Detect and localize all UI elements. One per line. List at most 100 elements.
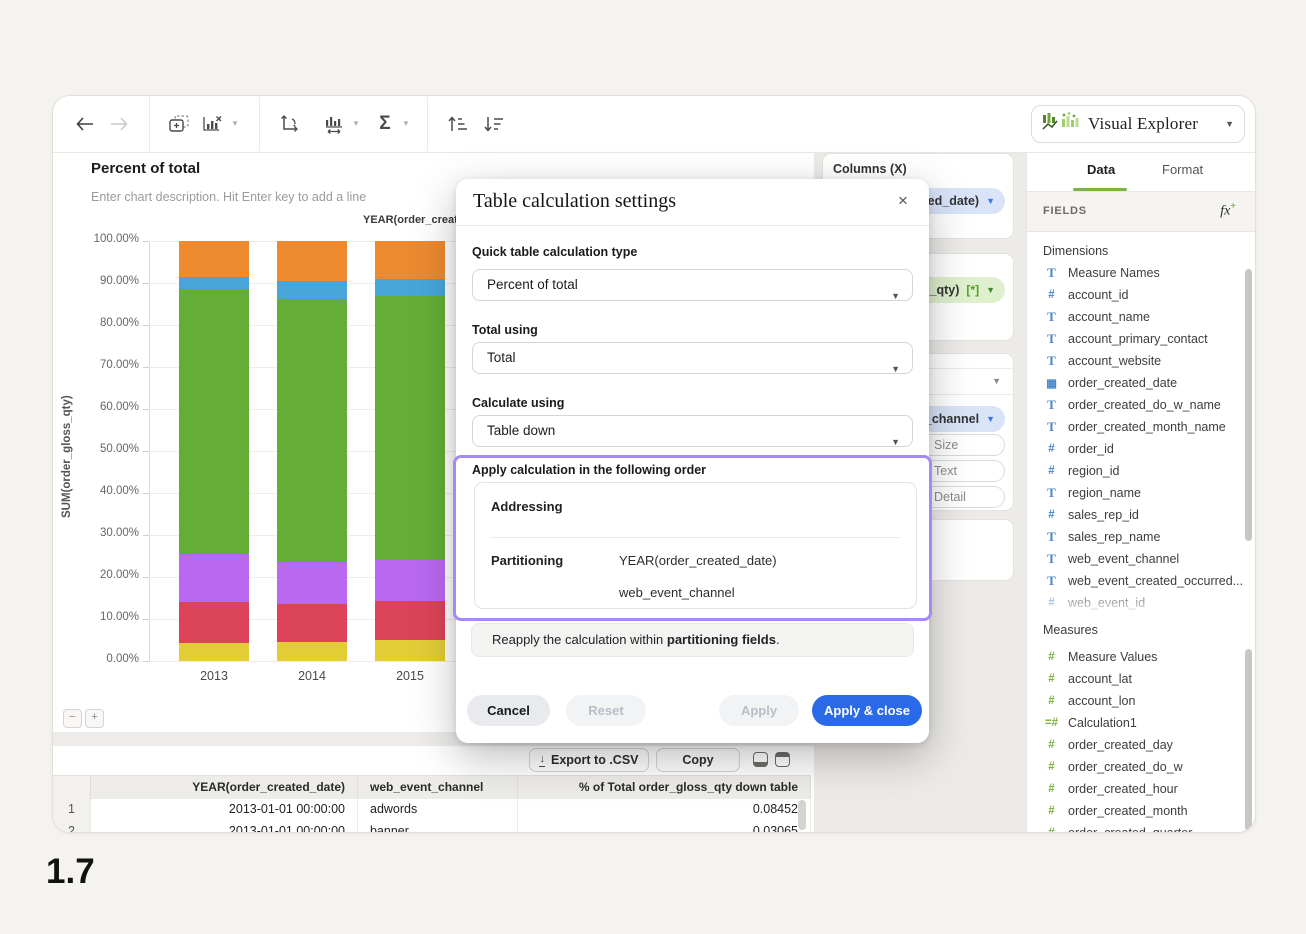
field-item-order-created-month[interactable]: # order_created_month — [1027, 800, 1243, 822]
calculate-using-select[interactable]: Table down ▼ — [472, 415, 913, 447]
field-item-web-event-channel[interactable]: Tweb_event_channel — [1027, 548, 1243, 570]
expand-table-icon[interactable] — [775, 752, 790, 767]
sort-ascending-icon[interactable] — [443, 110, 471, 138]
tab-format[interactable]: Format — [1162, 162, 1203, 177]
stacked-bar[interactable] — [375, 241, 445, 661]
bar-segment-adwords-orange[interactable] — [277, 241, 347, 282]
chevron-down-icon[interactable]: ▼ — [352, 119, 360, 128]
aggregate-sigma-icon[interactable]: Σ — [371, 110, 399, 138]
field-item-account-name[interactable]: Taccount_name — [1027, 306, 1243, 328]
remove-chart-icon[interactable] — [199, 110, 227, 138]
reset-button[interactable]: Reset — [566, 695, 646, 726]
tab-data[interactable]: Data — [1087, 162, 1115, 177]
field-item-sales-rep-id[interactable]: # sales_rep_id — [1027, 504, 1243, 526]
bar-segment-banner-blue[interactable] — [179, 276, 249, 290]
bar-segment-segment-yellow[interactable] — [179, 643, 249, 661]
field-item-account-primary-contact[interactable]: Taccount_primary_contact — [1027, 328, 1243, 350]
chart-title[interactable]: Percent of total — [91, 160, 200, 177]
bar-segment-segment-red[interactable] — [179, 601, 249, 644]
field-item-account-lat[interactable]: # account_lat — [1027, 668, 1243, 690]
bar-segment-segment-purple[interactable] — [375, 560, 445, 601]
text-icon: T — [1047, 309, 1056, 324]
field-item-region-name[interactable]: Tregion_name — [1027, 482, 1243, 504]
stacked-bar[interactable] — [179, 241, 249, 661]
bar-segment-segment-yellow[interactable] — [277, 641, 347, 661]
bar-segment-banner-blue[interactable] — [277, 281, 347, 299]
table-cell: 1 — [53, 799, 91, 821]
field-item-calculation1[interactable]: =# Calculation1 — [1027, 712, 1243, 734]
field-item-order-created-date[interactable]: ▦ order_created_date — [1027, 372, 1243, 394]
measures-scrollbar[interactable] — [1245, 649, 1252, 831]
field-item-order-id[interactable]: # order_id — [1027, 438, 1243, 460]
y-tick-mark — [143, 325, 149, 326]
bar-segment-adwords-orange[interactable] — [375, 241, 445, 279]
field-item-order-created-quarter[interactable]: # order_created_quarter — [1027, 822, 1243, 832]
forward-icon[interactable] — [105, 110, 133, 138]
chevron-down-icon[interactable]: ▼ — [231, 119, 239, 128]
chevron-down-icon[interactable]: ▼ — [986, 196, 995, 206]
field-item-region-id[interactable]: # region_id — [1027, 460, 1243, 482]
number-icon: # — [1048, 805, 1055, 817]
export-csv-button[interactable]: ↓ Export to .CSV — [529, 748, 649, 772]
zoom-out-button[interactable]: − — [63, 709, 82, 728]
table-toolbar: ↓ Export to .CSV Copy — [53, 746, 814, 775]
field-item-order-created-hour[interactable]: # order_created_hour — [1027, 778, 1243, 800]
field-item-order-created-do-w[interactable]: # order_created_do_w — [1027, 756, 1243, 778]
mark-type-select-caret[interactable]: ▼ — [992, 376, 1001, 386]
bar-segment-segment-purple[interactable] — [179, 553, 249, 602]
explorer-switcher[interactable]: Visual Explorer ▼ — [1031, 105, 1245, 143]
apply-and-close-button[interactable]: Apply & close — [812, 695, 922, 726]
chart-type-icon[interactable] — [320, 110, 348, 138]
field-item-measure-names[interactable]: T Measure Names — [1027, 262, 1243, 284]
collapse-table-icon[interactable] — [753, 752, 768, 767]
table-scrollbar[interactable] — [798, 800, 806, 830]
field-label: order_created_day — [1068, 738, 1173, 752]
field-label: region_id — [1068, 464, 1120, 478]
chevron-down-icon[interactable]: ▼ — [1225, 119, 1234, 129]
bar-segment-segment-yellow[interactable] — [375, 640, 445, 661]
total-using-label: Total using — [472, 323, 538, 337]
chart-description-placeholder[interactable]: Enter chart description. Hit Enter key t… — [91, 190, 366, 204]
y-tick-mark — [143, 661, 149, 662]
cancel-button[interactable]: Cancel — [467, 695, 550, 726]
close-icon[interactable]: × — [893, 191, 913, 211]
table-row[interactable]: 2 2013-01-01 00:00:00 banner 0.03065 — [53, 821, 811, 832]
field-label: sales_rep_id — [1068, 508, 1139, 522]
quick-calc-type-select[interactable]: Percent of total ▼ — [472, 269, 913, 301]
bar-segment-segment-green[interactable] — [375, 295, 445, 561]
stacked-bar[interactable] — [277, 241, 347, 661]
zoom-in-button[interactable]: + — [85, 709, 104, 728]
chevron-down-icon[interactable]: ▼ — [986, 414, 995, 424]
bar-segment-adwords-orange[interactable] — [179, 241, 249, 277]
y-tick-mark — [143, 619, 149, 620]
add-calculation-icon[interactable]: fx+ — [1220, 201, 1236, 220]
field-item-order-created-month-name[interactable]: Torder_created_month_name — [1027, 416, 1243, 438]
duplicate-chart-icon[interactable] — [165, 110, 193, 138]
chevron-down-icon[interactable]: ▼ — [402, 119, 410, 128]
field-item-order-created-day[interactable]: # order_created_day — [1027, 734, 1243, 756]
bar-segment-banner-blue[interactable] — [375, 278, 445, 296]
app-window: ▼ ▼ Σ ▼ Visual Explorer ▼ Percent of tot… — [52, 95, 1256, 833]
chevron-down-icon[interactable]: ▼ — [986, 285, 995, 295]
field-item-order-created-do-w-name[interactable]: Torder_created_do_w_name — [1027, 394, 1243, 416]
bar-segment-segment-green[interactable] — [179, 289, 249, 554]
field-item-account-lon[interactable]: # account_lon — [1027, 690, 1243, 712]
copy-button[interactable]: Copy — [656, 748, 740, 772]
bar-segment-segment-red[interactable] — [375, 600, 445, 641]
bar-segment-segment-purple[interactable] — [277, 561, 347, 604]
table-row[interactable]: 1 2013-01-01 00:00:00 adwords 0.08452 — [53, 799, 811, 822]
total-using-select[interactable]: Total ▼ — [472, 342, 913, 374]
bar-segment-segment-red[interactable] — [277, 603, 347, 642]
sort-descending-icon[interactable] — [479, 110, 507, 138]
download-icon: ↓ — [539, 752, 545, 767]
dimensions-scrollbar[interactable] — [1245, 269, 1252, 541]
field-item-account-website[interactable]: Taccount_website — [1027, 350, 1243, 372]
swap-axes-icon[interactable] — [274, 110, 302, 138]
field-item-account-id[interactable]: # account_id — [1027, 284, 1243, 306]
bar-segment-segment-green[interactable] — [277, 298, 347, 562]
apply-button[interactable]: Apply — [719, 695, 799, 726]
field-item-sales-rep-name[interactable]: Tsales_rep_name — [1027, 526, 1243, 548]
table-header-row: YEAR(order_created_date) web_event_channe… — [53, 775, 811, 801]
field-item-measure-values[interactable]: # Measure Values — [1027, 646, 1243, 668]
back-icon[interactable] — [71, 110, 99, 138]
